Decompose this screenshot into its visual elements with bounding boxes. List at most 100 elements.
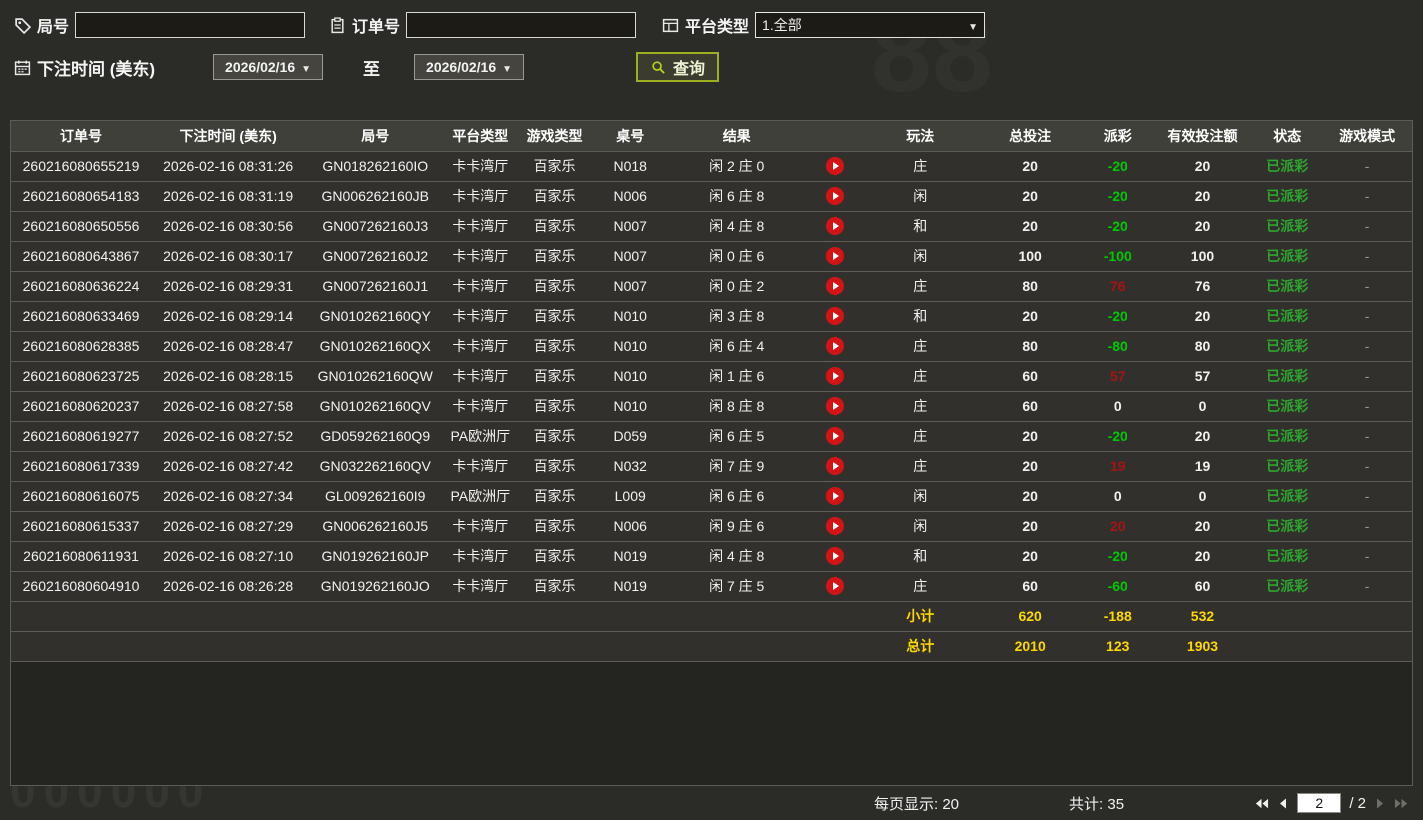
prev-page-icon[interactable] (1277, 797, 1289, 810)
query-button[interactable]: 查询 (636, 52, 719, 82)
cell-platform: 卡卡湾厅 (445, 511, 515, 541)
table-row: 2602160806119312026-02-16 08:27:10GN0192… (11, 541, 1412, 571)
cell-play: 庄 (863, 571, 978, 601)
cell-payout: -20 (1083, 181, 1153, 211)
play-video-icon[interactable] (826, 157, 844, 175)
cell-order_id: 260216080617339 (11, 451, 151, 481)
cell-payout: 0 (1083, 391, 1153, 421)
cell-order_id: 260216080623725 (11, 361, 151, 391)
grand-total-row-bet_time (151, 631, 305, 661)
cell-table_no: N032 (594, 451, 667, 481)
play-video-icon[interactable] (826, 577, 844, 595)
play-video-icon[interactable] (826, 517, 844, 535)
cell-payout: -20 (1083, 151, 1153, 181)
cell-order_id: 260216080620237 (11, 391, 151, 421)
cell-payout: 20 (1083, 511, 1153, 541)
cell-round: GN019262160JO (305, 571, 445, 601)
play-video-icon[interactable] (826, 487, 844, 505)
order-input[interactable] (406, 12, 636, 38)
table-row: 2602160806362242026-02-16 08:29:31GN0072… (11, 271, 1412, 301)
cell-valid_bet: 20 (1153, 511, 1252, 541)
cell-round: GN006262160J5 (305, 511, 445, 541)
cell-game_type: 百家乐 (515, 511, 593, 541)
date-from-button[interactable]: 2026/02/16 (213, 54, 323, 80)
cell-result: 闲 2 庄 0 (667, 151, 807, 181)
cell-order_id: 260216080636224 (11, 271, 151, 301)
play-video-icon[interactable] (826, 337, 844, 355)
cell-table_no: N019 (594, 541, 667, 571)
grand-total-row-payout: 123 (1083, 631, 1153, 661)
subtotal-row-table_no (594, 601, 667, 631)
cell-play: 闲 (863, 511, 978, 541)
table-row: 2602160806237252026-02-16 08:28:15GN0102… (11, 361, 1412, 391)
cell-table_no: N010 (594, 301, 667, 331)
grand-total-row-total_bet: 2010 (978, 631, 1083, 661)
col-header-total_bet: 总投注 (978, 121, 1083, 151)
play-video-icon[interactable] (826, 307, 844, 325)
play-video-icon[interactable] (826, 397, 844, 415)
play-video-icon[interactable] (826, 277, 844, 295)
col-header-video (807, 121, 863, 151)
cell-total_bet: 20 (978, 211, 1083, 241)
cell-bet_time: 2026-02-16 08:29:14 (151, 301, 305, 331)
cell-payout: -20 (1083, 301, 1153, 331)
cell-total_bet: 20 (978, 301, 1083, 331)
cell-table_no: N018 (594, 151, 667, 181)
play-video-icon[interactable] (826, 247, 844, 265)
cell-video (807, 391, 863, 421)
footer-bar: 每页显示: 20 共计: 35 / 2 (10, 786, 1413, 820)
cell-valid_bet: 76 (1153, 271, 1252, 301)
play-video-icon[interactable] (826, 367, 844, 385)
cell-status: 已派彩 (1252, 571, 1322, 601)
cell-valid_bet: 57 (1153, 361, 1252, 391)
filter-bar: 局号 订单号 平台类型 1.全部 (10, 0, 1413, 120)
cell-payout: -20 (1083, 541, 1153, 571)
play-video-icon[interactable] (826, 547, 844, 565)
cell-valid_bet: 100 (1153, 241, 1252, 271)
cell-game_type: 百家乐 (515, 391, 593, 421)
cell-platform: 卡卡湾厅 (445, 211, 515, 241)
cell-result: 闲 6 庄 8 (667, 181, 807, 211)
cell-order_id: 260216080654183 (11, 181, 151, 211)
cell-total_bet: 20 (978, 151, 1083, 181)
cell-status: 已派彩 (1252, 481, 1322, 511)
subtotal-row-round (305, 601, 445, 631)
cell-result: 闲 0 庄 2 (667, 271, 807, 301)
cell-order_id: 260216080616075 (11, 481, 151, 511)
cell-bet_time: 2026-02-16 08:31:19 (151, 181, 305, 211)
cell-status: 已派彩 (1252, 391, 1322, 421)
cell-game_type: 百家乐 (515, 421, 593, 451)
table-row: 2602160806192772026-02-16 08:27:52GD0592… (11, 421, 1412, 451)
play-video-icon[interactable] (826, 427, 844, 445)
page-input[interactable] (1297, 793, 1341, 813)
cell-play: 和 (863, 301, 978, 331)
cell-game_mode: - (1322, 331, 1412, 361)
play-video-icon[interactable] (826, 187, 844, 205)
round-input[interactable] (75, 12, 305, 38)
cell-order_id: 260216080655219 (11, 151, 151, 181)
date-to-button[interactable]: 2026/02/16 (414, 54, 524, 80)
play-video-icon[interactable] (826, 457, 844, 475)
first-page-icon[interactable] (1254, 797, 1269, 810)
next-page-icon[interactable] (1374, 797, 1386, 810)
cell-status: 已派彩 (1252, 181, 1322, 211)
subtotal-row-game_mode (1322, 601, 1412, 631)
cell-video (807, 571, 863, 601)
cell-play: 庄 (863, 331, 978, 361)
cell-round: GN010262160QY (305, 301, 445, 331)
subtotal-row-valid_bet: 532 (1153, 601, 1252, 631)
table-header-row: 订单号下注时间 (美东)局号平台类型游戏类型桌号结果玩法总投注派彩有效投注额状态… (11, 121, 1412, 151)
subtotal-row-video (807, 601, 863, 631)
cell-video (807, 181, 863, 211)
cell-table_no: N007 (594, 271, 667, 301)
table-row: 2602160806173392026-02-16 08:27:42GN0322… (11, 451, 1412, 481)
last-page-icon[interactable] (1394, 797, 1409, 810)
cell-status: 已派彩 (1252, 421, 1322, 451)
platform-select[interactable]: 1.全部 (755, 12, 985, 38)
cell-valid_bet: 20 (1153, 541, 1252, 571)
cell-game_type: 百家乐 (515, 181, 593, 211)
cell-payout: 76 (1083, 271, 1153, 301)
cell-video (807, 511, 863, 541)
cell-game_mode: - (1322, 481, 1412, 511)
play-video-icon[interactable] (826, 217, 844, 235)
